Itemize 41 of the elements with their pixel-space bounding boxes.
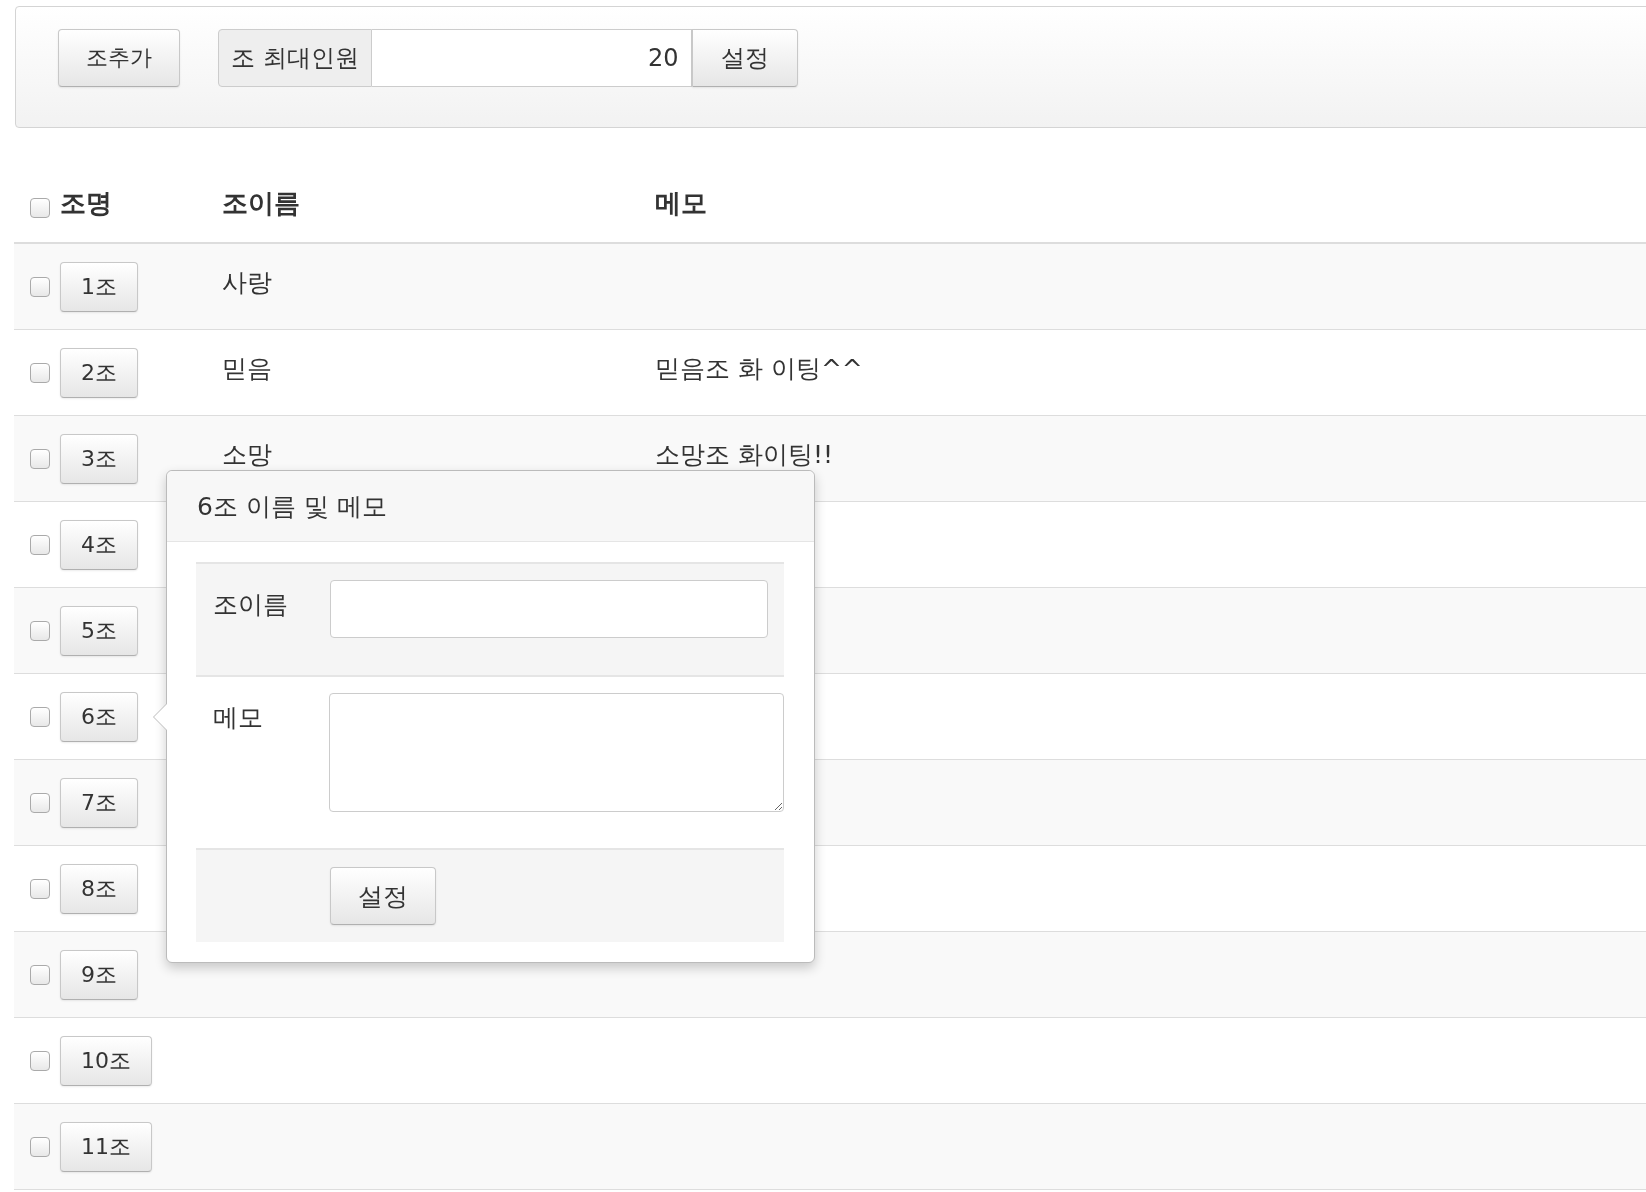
field-label: 조이름 [213, 589, 289, 621]
table-cell: 믿음조 화 이팅^^ [655, 354, 863, 383]
table-cell: 믿음 [222, 354, 272, 383]
row-checkbox[interactable] [30, 276, 50, 297]
group-button[interactable]: 10조 [60, 1035, 152, 1086]
row-checkbox[interactable] [30, 448, 50, 469]
table-cell: 소망 [222, 440, 272, 469]
group-button[interactable]: 11조 [60, 1121, 152, 1172]
group-button[interactable]: 9조 [60, 949, 138, 1000]
field-label: 메모 [213, 702, 264, 734]
row-checkbox[interactable] [30, 362, 50, 383]
set-button[interactable]: 설정 [691, 29, 798, 87]
name-field[interactable] [330, 580, 768, 638]
max-members-label: 조 최대인원 [218, 29, 372, 87]
memo-field[interactable] [328, 693, 784, 812]
row-checkbox[interactable] [30, 878, 50, 899]
group-button[interactable]: 5조 [60, 605, 138, 656]
group-button[interactable]: 4조 [60, 519, 138, 570]
row-checkbox[interactable] [30, 706, 50, 727]
group-button[interactable]: 8조 [60, 863, 138, 914]
row-checkbox[interactable] [30, 1050, 50, 1071]
group-button[interactable]: 2조 [60, 347, 138, 398]
add-group-button[interactable]: 조추가 [58, 29, 180, 87]
row-checkbox[interactable] [30, 1136, 50, 1157]
column-header: 조명 [60, 186, 112, 220]
popover-title: 6조 이름 및 메모 [167, 471, 814, 542]
row-checkbox[interactable] [30, 620, 50, 641]
save-button[interactable]: 설정 [330, 867, 436, 925]
table-cell: 사랑 [222, 268, 272, 297]
column-header: 조이름 [222, 187, 300, 218]
row-checkbox[interactable] [30, 792, 50, 813]
group-button[interactable]: 3조 [60, 433, 138, 484]
select-all-checkbox[interactable] [30, 198, 50, 218]
group-button[interactable]: 7조 [60, 777, 138, 828]
column-header: 메모 [655, 187, 707, 218]
table-cell: 소망조 화이팅!! [655, 440, 833, 469]
row-checkbox[interactable] [30, 964, 50, 985]
group-button[interactable]: 1조 [60, 261, 138, 312]
row-checkbox[interactable] [30, 534, 50, 555]
group-button[interactable]: 6조 [60, 691, 138, 742]
max-members-field[interactable]: 20 [371, 29, 692, 87]
